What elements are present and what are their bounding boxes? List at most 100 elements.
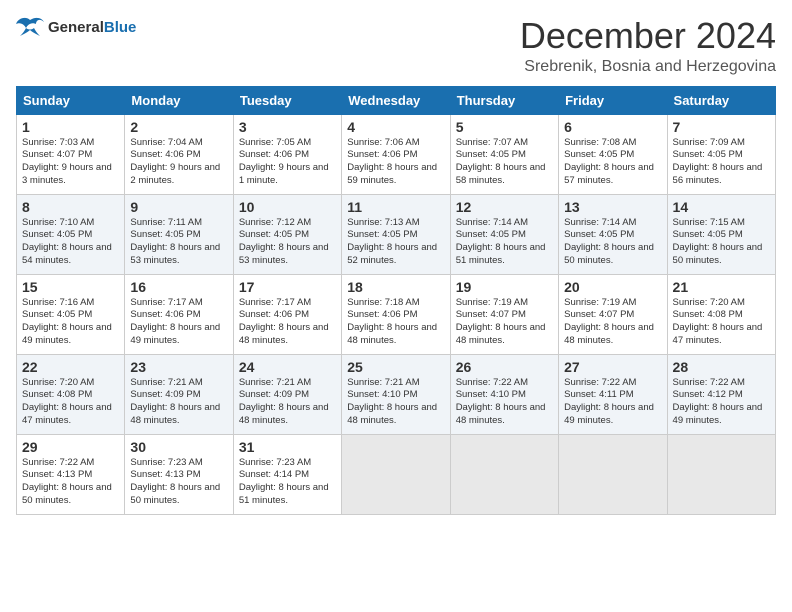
logo-bird-icon bbox=[16, 16, 44, 38]
day-number: 27 bbox=[564, 359, 661, 375]
day-number: 12 bbox=[456, 199, 553, 215]
day-number: 26 bbox=[456, 359, 553, 375]
cell-content: Sunrise: 7:21 AMSunset: 4:10 PMDaylight:… bbox=[347, 377, 444, 428]
calendar-week-row: 22 Sunrise: 7:20 AMSunset: 4:08 PMDayligh… bbox=[17, 354, 776, 434]
day-number: 9 bbox=[130, 199, 227, 215]
cell-content: Sunrise: 7:22 AMSunset: 4:11 PMDaylight:… bbox=[564, 377, 661, 428]
calendar-cell: 3Sunrise: 7:05 AMSunset: 4:06 PMDaylight… bbox=[233, 114, 341, 194]
calendar-header-row: SundayMondayTuesdayWednesdayThursdayFrid… bbox=[17, 86, 776, 114]
cell-content: Sunrise: 7:22 AMSunset: 4:13 PMDaylight:… bbox=[22, 457, 119, 508]
cell-content: Sunrise: 7:12 AMSunset: 4:05 PMDaylight:… bbox=[239, 217, 336, 268]
cell-content: Sunrise: 7:06 AMSunset: 4:06 PMDaylight:… bbox=[347, 137, 444, 188]
day-number: 18 bbox=[347, 279, 444, 295]
calendar-cell: 24 Sunrise: 7:21 AMSunset: 4:09 PMDayligh… bbox=[233, 354, 341, 434]
calendar-cell: 2 Sunrise: 7:04 AMSunset: 4:06 PMDaylight… bbox=[125, 114, 233, 194]
cell-content: Sunrise: 7:20 AMSunset: 4:08 PMDaylight:… bbox=[22, 377, 119, 428]
cell-content: Sunrise: 7:23 AMSunset: 4:13 PMDaylight:… bbox=[130, 457, 227, 508]
calendar-week-row: 15Sunrise: 7:16 AMSunset: 4:05 PMDayligh… bbox=[17, 274, 776, 354]
cell-content: Sunrise: 7:11 AMSunset: 4:05 PMDaylight:… bbox=[130, 217, 227, 268]
calendar-cell: 16 Sunrise: 7:17 AMSunset: 4:06 PMDayligh… bbox=[125, 274, 233, 354]
header-monday: Monday bbox=[125, 86, 233, 114]
cell-content: Sunrise: 7:22 AMSunset: 4:10 PMDaylight:… bbox=[456, 377, 553, 428]
day-number: 13 bbox=[564, 199, 661, 215]
calendar-cell bbox=[559, 434, 667, 514]
day-number: 30 bbox=[130, 439, 227, 455]
calendar-cell: 11 Sunrise: 7:13 AMSunset: 4:05 PMDayligh… bbox=[342, 194, 450, 274]
calendar-cell: 30 Sunrise: 7:23 AMSunset: 4:13 PMDayligh… bbox=[125, 434, 233, 514]
cell-content: Sunrise: 7:19 AMSunset: 4:07 PMDaylight:… bbox=[456, 297, 553, 348]
cell-content: Sunrise: 7:03 AMSunset: 4:07 PMDaylight:… bbox=[22, 137, 119, 188]
cell-content: Sunrise: 7:21 AMSunset: 4:09 PMDaylight:… bbox=[130, 377, 227, 428]
logo-text: General Blue bbox=[48, 19, 136, 36]
cell-content: Sunrise: 7:08 AMSunset: 4:05 PMDaylight:… bbox=[564, 137, 661, 188]
day-number: 22 bbox=[22, 359, 119, 375]
day-number: 4 bbox=[347, 119, 444, 135]
cell-content: Sunrise: 7:17 AMSunset: 4:06 PMDaylight:… bbox=[130, 297, 227, 348]
location-title: Srebrenik, Bosnia and Herzegovina bbox=[520, 58, 776, 76]
calendar-cell: 12 Sunrise: 7:14 AMSunset: 4:05 PMDayligh… bbox=[450, 194, 558, 274]
calendar-cell: 17 Sunrise: 7:17 AMSunset: 4:06 PMDayligh… bbox=[233, 274, 341, 354]
calendar-cell: 18 Sunrise: 7:18 AMSunset: 4:06 PMDayligh… bbox=[342, 274, 450, 354]
day-number: 28 bbox=[673, 359, 770, 375]
calendar-week-row: 29Sunrise: 7:22 AMSunset: 4:13 PMDayligh… bbox=[17, 434, 776, 514]
cell-content: Sunrise: 7:14 AMSunset: 4:05 PMDaylight:… bbox=[456, 217, 553, 268]
calendar-cell bbox=[342, 434, 450, 514]
day-number: 15 bbox=[22, 279, 119, 295]
day-number: 20 bbox=[564, 279, 661, 295]
header-thursday: Thursday bbox=[450, 86, 558, 114]
cell-content: Sunrise: 7:23 AMSunset: 4:14 PMDaylight:… bbox=[239, 457, 336, 508]
logo: General Blue bbox=[16, 16, 136, 38]
cell-content: Sunrise: 7:17 AMSunset: 4:06 PMDaylight:… bbox=[239, 297, 336, 348]
day-number: 14 bbox=[673, 199, 770, 215]
calendar-cell bbox=[450, 434, 558, 514]
calendar-cell bbox=[667, 434, 775, 514]
cell-content: Sunrise: 7:10 AMSunset: 4:05 PMDaylight:… bbox=[22, 217, 119, 268]
day-number: 2 bbox=[130, 119, 227, 135]
calendar-cell: 21 Sunrise: 7:20 AMSunset: 4:08 PMDayligh… bbox=[667, 274, 775, 354]
calendar-cell: 27 Sunrise: 7:22 AMSunset: 4:11 PMDayligh… bbox=[559, 354, 667, 434]
calendar-cell: 13 Sunrise: 7:14 AMSunset: 4:05 PMDayligh… bbox=[559, 194, 667, 274]
day-number: 10 bbox=[239, 199, 336, 215]
header-wednesday: Wednesday bbox=[342, 86, 450, 114]
day-number: 19 bbox=[456, 279, 553, 295]
day-number: 25 bbox=[347, 359, 444, 375]
day-number: 24 bbox=[239, 359, 336, 375]
cell-content: Sunrise: 7:04 AMSunset: 4:06 PMDaylight:… bbox=[130, 137, 227, 188]
cell-content: Sunrise: 7:14 AMSunset: 4:05 PMDaylight:… bbox=[564, 217, 661, 268]
calendar-cell: 25 Sunrise: 7:21 AMSunset: 4:10 PMDayligh… bbox=[342, 354, 450, 434]
cell-content: Sunrise: 7:13 AMSunset: 4:05 PMDaylight:… bbox=[347, 217, 444, 268]
day-number: 5 bbox=[456, 119, 553, 135]
day-number: 11 bbox=[347, 199, 444, 215]
calendar-cell: 7Sunrise: 7:09 AMSunset: 4:05 PMDaylight… bbox=[667, 114, 775, 194]
cell-content: Sunrise: 7:19 AMSunset: 4:07 PMDaylight:… bbox=[564, 297, 661, 348]
header-friday: Friday bbox=[559, 86, 667, 114]
calendar-cell: 22 Sunrise: 7:20 AMSunset: 4:08 PMDayligh… bbox=[17, 354, 125, 434]
page-container: General Blue December 2024 Srebrenik, Bo… bbox=[16, 16, 776, 515]
header-tuesday: Tuesday bbox=[233, 86, 341, 114]
day-number: 8 bbox=[22, 199, 119, 215]
calendar-cell: 8 Sunrise: 7:10 AMSunset: 4:05 PMDaylight… bbox=[17, 194, 125, 274]
day-number: 31 bbox=[239, 439, 336, 455]
cell-content: Sunrise: 7:20 AMSunset: 4:08 PMDaylight:… bbox=[673, 297, 770, 348]
calendar-cell: 4 Sunrise: 7:06 AMSunset: 4:06 PMDaylight… bbox=[342, 114, 450, 194]
calendar-cell: 5 Sunrise: 7:07 AMSunset: 4:05 PMDaylight… bbox=[450, 114, 558, 194]
calendar-cell: 23Sunrise: 7:21 AMSunset: 4:09 PMDayligh… bbox=[125, 354, 233, 434]
header: General Blue December 2024 Srebrenik, Bo… bbox=[16, 16, 776, 76]
calendar-week-row: 8 Sunrise: 7:10 AMSunset: 4:05 PMDaylight… bbox=[17, 194, 776, 274]
calendar-cell: 1 Sunrise: 7:03 AMSunset: 4:07 PMDaylight… bbox=[17, 114, 125, 194]
logo-blue: Blue bbox=[104, 19, 137, 36]
calendar-week-row: 1 Sunrise: 7:03 AMSunset: 4:07 PMDaylight… bbox=[17, 114, 776, 194]
day-number: 16 bbox=[130, 279, 227, 295]
day-number: 6 bbox=[564, 119, 661, 135]
day-number: 17 bbox=[239, 279, 336, 295]
calendar-table: SundayMondayTuesdayWednesdayThursdayFrid… bbox=[16, 86, 776, 515]
header-saturday: Saturday bbox=[667, 86, 775, 114]
day-number: 21 bbox=[673, 279, 770, 295]
cell-content: Sunrise: 7:21 AMSunset: 4:09 PMDaylight:… bbox=[239, 377, 336, 428]
calendar-cell: 28Sunrise: 7:22 AMSunset: 4:12 PMDayligh… bbox=[667, 354, 775, 434]
day-number: 1 bbox=[22, 119, 119, 135]
cell-content: Sunrise: 7:18 AMSunset: 4:06 PMDaylight:… bbox=[347, 297, 444, 348]
logo-general: General bbox=[48, 19, 104, 36]
title-section: December 2024 Srebrenik, Bosnia and Herz… bbox=[520, 16, 776, 76]
cell-content: Sunrise: 7:07 AMSunset: 4:05 PMDaylight:… bbox=[456, 137, 553, 188]
